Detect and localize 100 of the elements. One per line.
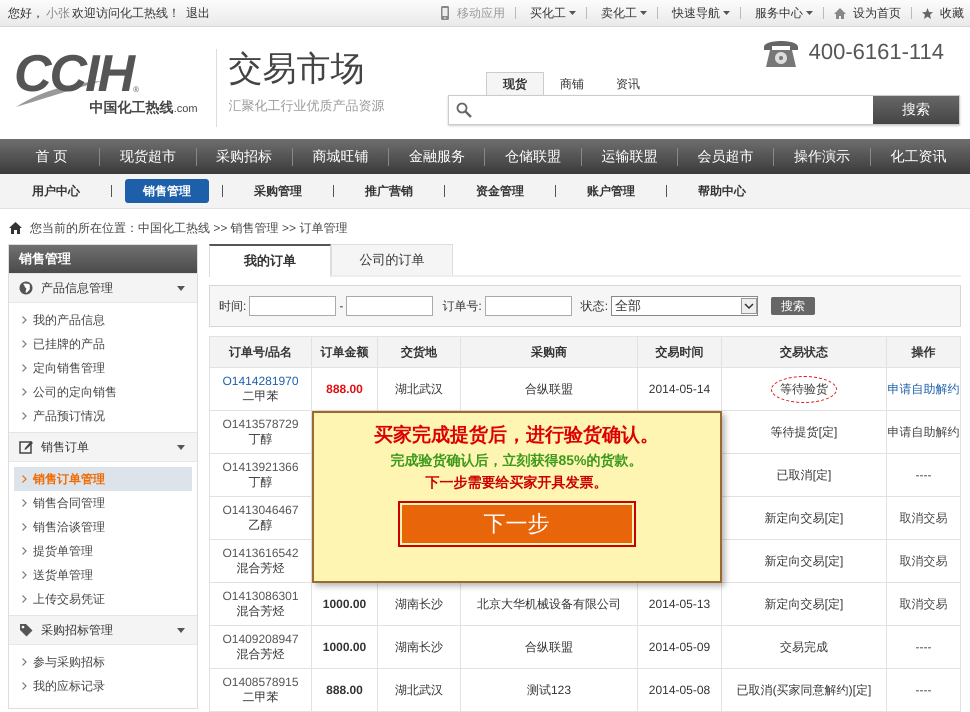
action-link[interactable]: ---- — [916, 640, 932, 654]
order-number-link[interactable]: O1409208947 — [210, 632, 311, 646]
table-cell: 湖南长沙 — [395, 596, 443, 610]
favorite-link[interactable]: 收藏 — [940, 4, 964, 22]
table-cell-text: 新定向交易[定] — [764, 552, 844, 570]
sidebar-item[interactable]: 销售洽谈管理 — [14, 515, 192, 539]
sidebar-item[interactable]: 我的应标记录 — [14, 674, 192, 698]
table-cell-text: 新定向交易[定] — [764, 510, 844, 526]
subnav-tab[interactable]: 用户中心 — [14, 179, 98, 203]
popup-note: 完成验货确认后，立刻获得85%的货款。 — [390, 450, 643, 470]
caret-down-icon — [640, 11, 647, 15]
sidebar-item[interactable]: 定向销售管理 — [14, 356, 192, 380]
subtitle-text: 汇聚化工行业优质产品资源 — [228, 97, 386, 115]
subnav-tab[interactable]: 资金管理 — [458, 179, 542, 203]
table-cell: 合纵联盟 — [525, 640, 573, 654]
sidebar-item[interactable]: 产品预订情况 — [14, 404, 192, 428]
nav-link[interactable]: 采购招标 — [196, 148, 292, 166]
welcome-text: 欢迎访问化工热线！ — [72, 4, 180, 22]
order-number-link[interactable]: O1413616542 — [210, 546, 311, 560]
sidebar-item[interactable]: 上传交易凭证 — [14, 587, 192, 611]
caret-down-icon — [177, 628, 185, 632]
action-link[interactable]: ---- — [916, 468, 932, 482]
subnav-tab[interactable]: 账户管理 — [569, 179, 653, 203]
table-cell: 2014-05-13 — [648, 597, 710, 611]
menu-link[interactable]: 买化工 — [530, 4, 566, 22]
table-cell-text: 等待提货[定] — [770, 424, 838, 440]
order-number-link[interactable]: O1413046467 — [210, 502, 311, 516]
sidebar-item[interactable]: 参与采购招标 — [14, 650, 192, 674]
search-tab[interactable]: 商铺 — [544, 73, 600, 95]
globe-icon — [19, 281, 33, 295]
popup-headline: 买家完成提货后，进行验货确认。 — [374, 424, 659, 448]
nav-link[interactable]: 仓储联盟 — [485, 148, 581, 166]
subnav-tab[interactable]: 推广营销 — [347, 179, 431, 203]
chevron-right-icon — [22, 682, 27, 690]
nav-link[interactable]: 首 页 — [4, 148, 100, 166]
table-cell: 测试123 — [526, 682, 572, 696]
logout-link[interactable]: 退出 — [186, 4, 210, 22]
caret-down-icon — [569, 11, 576, 15]
section-header[interactable]: 产品信息管理 — [9, 273, 197, 303]
subnav-tab[interactable]: 销售管理 — [125, 179, 209, 203]
action-link[interactable]: ---- — [916, 683, 932, 697]
chevron-right-icon — [22, 388, 27, 396]
chevron-right-icon — [22, 523, 27, 531]
menu-link[interactable]: 服务中心 — [755, 4, 803, 22]
table-cell: 合纵联盟 — [525, 382, 573, 396]
nav-link[interactable]: 运输联盟 — [582, 148, 678, 166]
subnav-tab[interactable]: 帮助中心 — [680, 179, 764, 203]
column-header: 操作 — [886, 336, 960, 368]
star-icon — [922, 8, 933, 18]
chevron-right-icon — [22, 595, 27, 603]
search-tab[interactable]: 资讯 — [600, 73, 656, 95]
order-amount: 888.00 — [326, 683, 363, 697]
edit-icon — [19, 440, 33, 454]
order-number-link[interactable]: O1413578729 — [210, 416, 311, 430]
subnav-tab[interactable]: 采购管理 — [236, 179, 320, 203]
table-cell: 2014-05-09 — [648, 640, 710, 654]
table-cell-text: 交易完成 — [779, 638, 829, 656]
nav-link[interactable]: 商城旺铺 — [292, 148, 388, 166]
end-date-field[interactable] — [346, 296, 434, 316]
mobile-phone-icon — [440, 5, 450, 21]
nav-link[interactable]: 操作演示 — [774, 148, 870, 166]
set-homepage-link[interactable]: 设为首页 — [853, 4, 901, 22]
sidebar-item[interactable]: 公司的定向销售 — [14, 380, 192, 404]
search-tab[interactable]: 现货 — [486, 72, 544, 95]
popup-reminder: 下一步需要给买家开具发票。 — [426, 472, 608, 492]
sidebar-item[interactable]: 已挂牌的产品 — [14, 332, 192, 356]
table-cell: 湖北武汉 — [395, 682, 443, 696]
status-dropdown[interactable]: 全部 — [611, 296, 758, 316]
search-button[interactable]: 搜索 — [771, 297, 816, 315]
order-number-link[interactable]: O1408578915 — [210, 674, 311, 688]
section-header[interactable]: 销售订单 — [9, 432, 197, 462]
start-date-field[interactable] — [249, 296, 336, 316]
table-cell: 2014-05-08 — [648, 683, 710, 697]
chevron-right-icon — [22, 571, 27, 579]
nav-link[interactable]: 会员超市 — [678, 148, 774, 166]
table-cell: 北京大华机械设备有限公司 — [477, 596, 621, 610]
sidebar-item[interactable]: 提货单管理 — [14, 539, 192, 563]
product-name: 丁醇 — [248, 430, 274, 448]
menu-link[interactable]: 卖化工 — [601, 4, 637, 22]
column-header: 交易状态 — [722, 336, 886, 368]
circled-status: 等待验货 — [771, 376, 837, 402]
tag-icon — [19, 623, 33, 637]
nav-link[interactable]: 现货超市 — [100, 148, 196, 166]
menu-link[interactable]: 快速导航 — [672, 4, 720, 22]
sidebar-item[interactable]: 我的产品信息 — [14, 308, 192, 332]
status-label: 状态: — [580, 298, 608, 314]
order-number-link[interactable]: O1413086301 — [210, 588, 311, 602]
sidebar-item[interactable]: 销售合同管理 — [14, 491, 192, 515]
order-number-link[interactable]: O1414281970 — [210, 374, 311, 388]
nav-link[interactable]: 金融服务 — [389, 148, 484, 166]
sidebar-item[interactable]: 送货单管理 — [14, 563, 192, 587]
caret-down-icon — [806, 11, 813, 15]
nav-link[interactable]: 化工资讯 — [870, 148, 966, 166]
table-cell-text: 新定向交易[定] — [764, 596, 844, 612]
order-tab[interactable]: 公司的订单 — [331, 244, 453, 275]
order-number-link[interactable]: O1413921366 — [210, 460, 311, 474]
order-number-field[interactable] — [484, 296, 572, 316]
site-logo[interactable]: CCIH® 中国化工热线.com — [14, 49, 217, 127]
section-header[interactable]: 采购招标管理 — [9, 615, 197, 645]
order-tab[interactable]: 我的订单 — [209, 244, 331, 277]
